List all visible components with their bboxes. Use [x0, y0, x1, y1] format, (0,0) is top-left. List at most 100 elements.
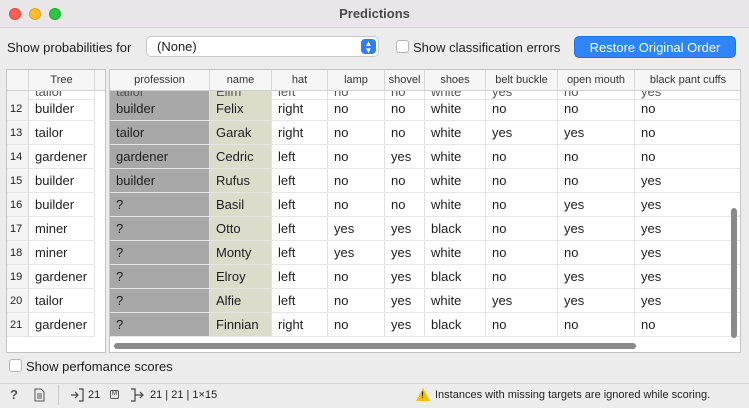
probabilities-select[interactable]: (None) ▲ ▼: [146, 36, 379, 57]
table-cell[interactable]: left: [272, 169, 328, 193]
table-cell[interactable]: yes: [385, 217, 425, 241]
table-cell[interactable]: black: [425, 265, 486, 289]
table-cell[interactable]: yes: [635, 241, 740, 265]
table-cell[interactable]: Elroy: [210, 265, 272, 289]
table-cell[interactable]: yes: [635, 265, 740, 289]
table-cell[interactable]: white: [425, 241, 486, 265]
table-cell[interactable]: black: [425, 217, 486, 241]
table-cell[interactable]: no: [558, 313, 635, 337]
prediction-cell[interactable]: builder: [29, 97, 95, 121]
help-icon[interactable]: ?: [10, 387, 18, 402]
table-cell[interactable]: left: [272, 265, 328, 289]
table-cell[interactable]: no: [486, 217, 558, 241]
table-cell[interactable]: yes: [635, 289, 740, 313]
column-header-open-mouth[interactable]: open mouth: [558, 70, 635, 91]
table-cell[interactable]: black: [425, 313, 486, 337]
table-cell[interactable]: no: [328, 265, 385, 289]
table-cell[interactable]: yes: [558, 289, 635, 313]
table-cell[interactable]: white: [425, 169, 486, 193]
table-cell[interactable]: yes: [558, 217, 635, 241]
table-cell[interactable]: gardener: [110, 145, 210, 169]
table-cell[interactable]: no: [385, 193, 425, 217]
table-cell[interactable]: no: [486, 313, 558, 337]
table-cell[interactable]: Basil: [210, 193, 272, 217]
prediction-cell[interactable]: miner: [29, 217, 95, 241]
table-cell[interactable]: yes: [385, 265, 425, 289]
report-icon[interactable]: [34, 388, 45, 405]
table-cell[interactable]: no: [635, 121, 740, 145]
table-cell[interactable]: no: [328, 145, 385, 169]
table-cell[interactable]: Rufus: [210, 169, 272, 193]
predictions-table[interactable]: Tree tailor 12 builder 13 tailor 14 gardener 15…: [6, 69, 106, 353]
table-cell[interactable]: Alfie: [210, 289, 272, 313]
table-cell[interactable]: Otto: [210, 217, 272, 241]
table-cell[interactable]: no: [486, 241, 558, 265]
table-cell[interactable]: yes: [558, 265, 635, 289]
table-cell[interactable]: no: [558, 169, 635, 193]
table-cell[interactable]: yes: [635, 193, 740, 217]
table-cell[interactable]: left: [272, 193, 328, 217]
prediction-cell[interactable]: miner: [29, 241, 95, 265]
table-cell[interactable]: tailor: [110, 121, 210, 145]
table-cell[interactable]: white: [425, 145, 486, 169]
table-cell[interactable]: ?: [110, 241, 210, 265]
table-cell[interactable]: right: [272, 313, 328, 337]
table-cell[interactable]: Garak: [210, 121, 272, 145]
table-cell[interactable]: no: [486, 145, 558, 169]
table-cell[interactable]: Cedric: [210, 145, 272, 169]
prediction-cell[interactable]: tailor: [29, 289, 95, 313]
table-cell[interactable]: Monty: [210, 241, 272, 265]
table-cell[interactable]: left: [272, 217, 328, 241]
table-cell[interactable]: yes: [385, 313, 425, 337]
table-cell[interactable]: yes: [385, 241, 425, 265]
table-cell[interactable]: left: [272, 241, 328, 265]
table-cell[interactable]: left: [272, 145, 328, 169]
column-header-tree[interactable]: Tree: [29, 70, 95, 91]
table-cell[interactable]: builder: [110, 97, 210, 121]
prediction-cell[interactable]: gardener: [29, 265, 95, 289]
show-performance-checkbox[interactable]: [9, 359, 22, 372]
table-cell[interactable]: no: [328, 169, 385, 193]
table-cell[interactable]: Finnian: [210, 313, 272, 337]
table-cell[interactable]: ?: [110, 265, 210, 289]
column-header-hat[interactable]: hat: [272, 70, 328, 91]
table-cell[interactable]: yes: [328, 241, 385, 265]
table-cell[interactable]: no: [486, 97, 558, 121]
table-cell[interactable]: yes: [635, 169, 740, 193]
table-cell[interactable]: yes: [385, 145, 425, 169]
table-cell[interactable]: ?: [110, 193, 210, 217]
restore-original-order-button[interactable]: Restore Original Order: [574, 36, 736, 58]
table-cell[interactable]: no: [558, 145, 635, 169]
table-cell[interactable]: no: [486, 169, 558, 193]
column-header-shoes[interactable]: shoes: [425, 70, 486, 91]
column-header-black-pant-cuffs[interactable]: black pant cuffs: [635, 70, 740, 91]
table-cell[interactable]: left: [272, 289, 328, 313]
prediction-cell[interactable]: gardener: [29, 313, 95, 337]
table-cell[interactable]: no: [635, 313, 740, 337]
table-cell[interactable]: yes: [635, 217, 740, 241]
table-cell[interactable]: white: [425, 289, 486, 313]
table-cell[interactable]: yes: [486, 121, 558, 145]
table-cell[interactable]: yes: [385, 289, 425, 313]
column-header-name[interactable]: name: [210, 70, 272, 91]
prediction-cell[interactable]: gardener: [29, 145, 95, 169]
column-header-shovel[interactable]: shovel: [385, 70, 425, 91]
table-cell[interactable]: no: [486, 193, 558, 217]
table-cell[interactable]: white: [425, 121, 486, 145]
table-cell[interactable]: no: [328, 121, 385, 145]
table-cell[interactable]: ?: [110, 217, 210, 241]
table-cell[interactable]: ?: [110, 313, 210, 337]
table-cell[interactable]: no: [385, 97, 425, 121]
column-header-belt-buckle[interactable]: belt buckle: [486, 70, 558, 91]
table-cell[interactable]: no: [486, 265, 558, 289]
vertical-scrollbar[interactable]: [731, 208, 737, 338]
column-header-profession[interactable]: profession: [110, 70, 210, 91]
table-cell[interactable]: no: [328, 193, 385, 217]
horizontal-scrollbar[interactable]: [114, 343, 636, 349]
prediction-cell[interactable]: builder: [29, 193, 95, 217]
table-cell[interactable]: Felix: [210, 97, 272, 121]
column-header-lamp[interactable]: lamp: [328, 70, 385, 91]
table-cell[interactable]: yes: [486, 289, 558, 313]
table-cell[interactable]: no: [385, 121, 425, 145]
table-cell[interactable]: no: [328, 97, 385, 121]
